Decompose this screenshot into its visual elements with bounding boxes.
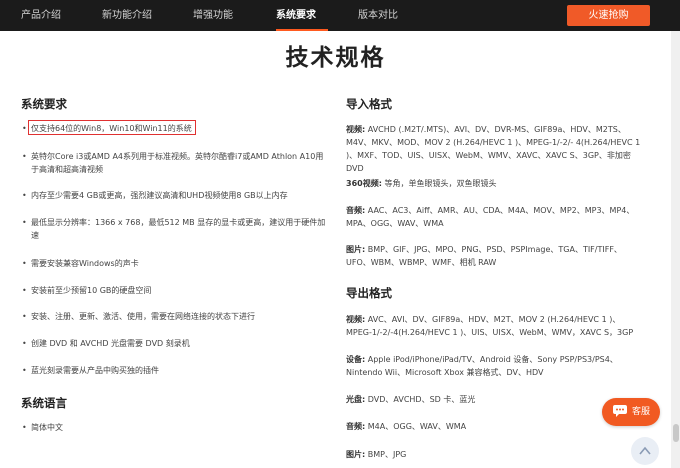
nav-item-version-compare[interactable]: 版本对比 [358, 0, 398, 31]
format-value: AVC、AVI、DV、GIF89a、HDV、M2T、MOV 2 (H.264/H… [346, 315, 634, 337]
requirement-item: • 蓝光刻录需要从产品中购买独的插件 [22, 364, 327, 377]
requirement-text: 最低显示分辨率：1366 x 768，最低512 MB 显存的显卡或更高，建议用… [31, 218, 326, 240]
bullet: • [22, 124, 27, 133]
bullet: • [22, 259, 27, 268]
scrollbar-thumb[interactable] [673, 424, 679, 442]
format-value: Apple iPod/iPhone/iPad/TV、Android 设备、Son… [346, 355, 618, 377]
nav-item-new-features[interactable]: 新功能介绍 [102, 0, 152, 31]
format-label: 图片: [346, 450, 366, 459]
nav-item-system-requirements[interactable]: 系统要求 [276, 0, 316, 31]
bullet: • [22, 152, 27, 161]
format-value: AVCHD (.M2T/.MTS)、AVI、DV、DVR-MS、GIF89a、H… [346, 125, 641, 173]
requirement-item: • 需要安装兼容Windows的声卡 [22, 257, 327, 270]
format-label: 视频: [346, 125, 366, 134]
requirement-item: • 安装、注册、更新、激活、使用，需要在网络连接的状态下进行 [22, 310, 327, 323]
requirement-item: • 英特尔Core i3或AMD A4系列用于标准视频。英特尔酷睿i7或AMD … [22, 150, 327, 176]
active-tab-indicator [276, 29, 328, 31]
requirement-text: 安装前至少预留10 GB的硬盘空间 [31, 286, 152, 295]
format-label: 视频: [346, 315, 366, 324]
bullet: • [22, 366, 27, 375]
chat-label: 客服 [632, 407, 651, 417]
system-language-heading: 系统语言 [21, 396, 67, 410]
format-label: 图片: [346, 245, 366, 254]
format-label: 音频: [346, 206, 366, 215]
language-text: 简体中文 [31, 423, 63, 432]
import-audio-formats: 音频: AAC、AC3、Aiff、AMR、AU、CDA、M4A、MOV、MP2、… [346, 204, 646, 230]
requirement-text: 创建 DVD 和 AVCHD 光盘需要 DVD 刻录机 [31, 339, 190, 348]
export-audio-formats: 音频: M4A、OGG、WAV、WMA [346, 420, 646, 433]
bullet: • [22, 286, 27, 295]
requirement-item: • 创建 DVD 和 AVCHD 光盘需要 DVD 刻录机 [22, 337, 327, 350]
bullet: • [22, 339, 27, 348]
requirement-text: 英特尔Core i3或AMD A4系列用于标准视频。英特尔酷睿i7或AMD At… [31, 152, 324, 174]
requirement-text: 需要安装兼容Windows的声卡 [31, 259, 139, 268]
format-value: M4A、OGG、WAV、WMA [367, 422, 467, 431]
format-value: 等角，单鱼眼镜头，双鱼眼镜头 [384, 179, 497, 188]
export-device-formats: 设备: Apple iPod/iPhone/iPad/TV、Android 设备… [346, 353, 646, 379]
chat-bubble-icon [613, 405, 627, 417]
language-item: • 简体中文 [22, 421, 327, 434]
format-value: BMP、JPG [367, 450, 407, 459]
customer-service-chat-button[interactable]: 客服 [602, 398, 660, 426]
format-label: 音频: [346, 422, 366, 431]
export-video-formats: 视频: AVC、AVI、DV、GIF89a、HDV、M2T、MOV 2 (H.2… [346, 313, 646, 339]
format-label: 360视频: [346, 179, 382, 188]
requirement-text: 蓝光刻录需要从产品中购买独的插件 [31, 366, 159, 375]
buy-now-button[interactable]: 火速抢购 [567, 5, 650, 26]
format-value: AAC、AC3、Aiff、AMR、AU、CDA、M4A、MOV、MP2、MP3、… [346, 206, 635, 228]
import-360-video-formats: 360视频: 等角，单鱼眼镜头，双鱼眼镜头 [346, 177, 646, 190]
bullet: • [22, 312, 27, 321]
system-requirements-heading: 系统要求 [21, 97, 67, 111]
top-nav-bar: 产品介绍 新功能介绍 增强功能 系统要求 版本对比 火速抢购 [0, 0, 680, 31]
format-label: 设备: [346, 355, 366, 364]
arrow-up-icon [639, 446, 651, 455]
requirement-item: • 最低显示分辨率：1366 x 768，最低512 MB 显存的显卡或更高，建… [22, 216, 327, 242]
back-to-top-button[interactable] [631, 437, 659, 465]
highlight-annotation-box [28, 120, 196, 135]
bullet: • [22, 218, 27, 227]
scrollbar-track[interactable] [671, 31, 680, 468]
bullet: • [22, 423, 27, 432]
export-image-formats: 图片: BMP、JPG [346, 448, 646, 461]
export-disc-formats: 光盘: DVD、AVCHD、SD 卡、蓝光 [346, 393, 646, 406]
import-formats-heading: 导入格式 [346, 97, 392, 111]
requirement-text: 安装、注册、更新、激活、使用，需要在网络连接的状态下进行 [31, 312, 255, 321]
format-label: 光盘: [346, 395, 366, 404]
export-formats-heading: 导出格式 [346, 286, 392, 300]
import-video-formats: 视频: AVCHD (.M2T/.MTS)、AVI、DV、DVR-MS、GIF8… [346, 123, 646, 175]
format-value: BMP、GIF、JPG、MPO、PNG、PSD、PSPImage、TGA、TIF… [346, 245, 622, 267]
nav-item-enhanced-features[interactable]: 增强功能 [193, 0, 233, 31]
requirement-text: 内存至少需要4 GB或更高，强烈建议高清和UHD视频使用8 GB以上内存 [31, 191, 288, 200]
nav-item-product-intro[interactable]: 产品介绍 [21, 0, 61, 31]
import-image-formats: 图片: BMP、GIF、JPG、MPO、PNG、PSD、PSPImage、TGA… [346, 243, 646, 269]
requirement-item: • 安装前至少预留10 GB的硬盘空间 [22, 284, 327, 297]
requirement-item: • 内存至少需要4 GB或更高，强烈建议高清和UHD视频使用8 GB以上内存 [22, 189, 327, 202]
page-title: 技术规格 [285, 45, 386, 71]
format-value: DVD、AVCHD、SD 卡、蓝光 [367, 395, 476, 404]
bullet: • [22, 191, 27, 200]
